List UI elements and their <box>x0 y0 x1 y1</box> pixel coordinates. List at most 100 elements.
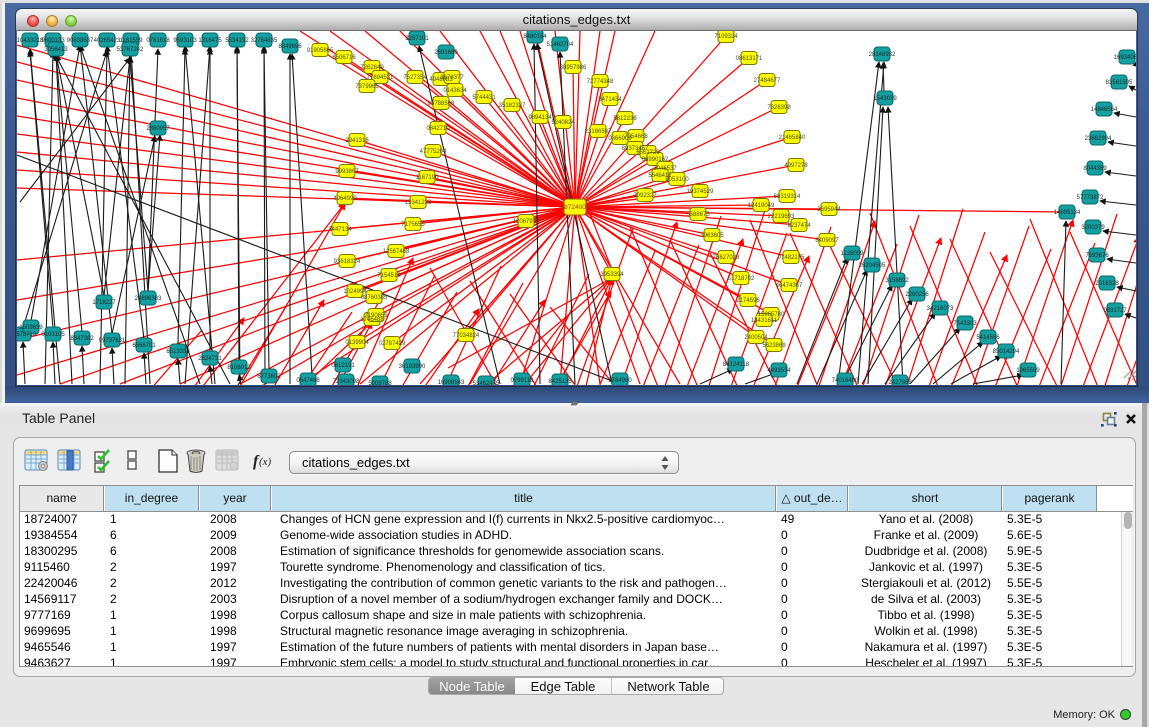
svg-text:9600133: 9600133 <box>41 38 65 44</box>
svg-text:3963605: 3963605 <box>700 233 724 239</box>
svg-text:27484677: 27484677 <box>754 78 781 84</box>
svg-text:9894134: 9894134 <box>528 115 552 121</box>
svg-text:46474367: 46474367 <box>776 283 803 289</box>
svg-text:5240824: 5240824 <box>551 120 575 126</box>
svg-text:16934060: 16934060 <box>1114 55 1136 61</box>
svg-text:9593103: 9593103 <box>173 38 197 44</box>
svg-text:53462475: 53462475 <box>473 381 500 385</box>
svg-text:0831727: 0831727 <box>1103 308 1127 314</box>
svg-text:1509839: 1509839 <box>19 325 43 331</box>
svg-text:8480184: 8480184 <box>523 34 547 40</box>
svg-text:14895134: 14895134 <box>1054 210 1081 216</box>
svg-text:1718227: 1718227 <box>92 300 116 306</box>
svg-text:7109324: 7109324 <box>714 34 738 40</box>
svg-text:2941318: 2941318 <box>345 138 369 144</box>
svg-text:93618324: 93618324 <box>334 259 361 265</box>
svg-text:3678377: 3678377 <box>440 75 464 81</box>
svg-text:2427868: 2427868 <box>888 380 912 385</box>
svg-text:22219693: 22219693 <box>768 214 795 220</box>
svg-text:2784980: 2784980 <box>608 378 632 384</box>
svg-text:90838637: 90838637 <box>67 38 94 44</box>
svg-text:23662994: 23662994 <box>1085 136 1112 142</box>
svg-text:6566701: 6566701 <box>132 343 156 349</box>
svg-text:5534192: 5534192 <box>225 38 249 44</box>
svg-text:7190659: 7190659 <box>364 313 388 319</box>
svg-text:3056413: 3056413 <box>44 47 68 53</box>
svg-text:76627028: 76627028 <box>713 255 740 261</box>
svg-text:6513338: 6513338 <box>166 349 190 355</box>
svg-text:2174596: 2174596 <box>736 298 760 304</box>
svg-text:7175655: 7175655 <box>401 222 425 228</box>
svg-text:3695944: 3695944 <box>817 207 841 213</box>
svg-text:4997278: 4997278 <box>784 163 808 169</box>
svg-text:88957986: 88957986 <box>560 65 587 71</box>
svg-text:0647468: 0647468 <box>296 378 320 384</box>
svg-text:24896383: 24896383 <box>135 296 162 302</box>
svg-text:1316475: 1316475 <box>198 38 222 44</box>
svg-text:32764835: 32764835 <box>251 38 278 44</box>
svg-text:14846564: 14846564 <box>1091 107 1118 113</box>
svg-text:4964990: 4964990 <box>333 196 357 202</box>
svg-text:28148932: 28148932 <box>869 52 896 58</box>
svg-text:12419049: 12419049 <box>748 203 775 209</box>
svg-text:6409097: 6409097 <box>815 238 839 244</box>
svg-text:2880957: 2880957 <box>146 126 170 132</box>
svg-text:08613171: 08613171 <box>736 56 763 62</box>
svg-text:2624731: 2624731 <box>198 356 222 362</box>
svg-text:51718702: 51718702 <box>728 276 755 282</box>
svg-text:84124118: 84124118 <box>723 362 750 368</box>
svg-text:(x): (x) <box>259 456 272 468</box>
svg-text:0799118: 0799118 <box>511 378 535 384</box>
svg-text:7054668: 7054668 <box>624 134 648 140</box>
svg-text:10433218: 10433218 <box>17 38 44 44</box>
svg-text:34216073: 34216073 <box>927 306 954 312</box>
svg-text:3953394: 3953394 <box>600 272 624 278</box>
svg-text:1161559: 1161559 <box>120 38 144 44</box>
svg-text:0842710: 0842710 <box>426 126 450 132</box>
svg-text:0143634: 0143634 <box>443 88 467 94</box>
svg-text:2260256: 2260256 <box>905 292 929 298</box>
svg-text:46578713: 46578713 <box>17 332 37 338</box>
svg-text:26204505: 26204505 <box>859 263 886 269</box>
svg-text:5812236: 5812236 <box>613 116 637 122</box>
svg-text:0103105: 0103105 <box>41 332 65 338</box>
svg-text:3092327: 3092327 <box>633 193 657 199</box>
svg-text:47775204: 47775204 <box>420 149 447 155</box>
svg-text:06990162: 06990162 <box>642 157 669 163</box>
svg-text:53767242: 53767242 <box>117 47 144 53</box>
svg-text:2400504: 2400504 <box>744 335 768 341</box>
svg-text:36193990: 36193990 <box>399 364 426 370</box>
svg-text:6562729: 6562729 <box>636 150 660 156</box>
svg-text:95788568: 95788568 <box>428 101 455 107</box>
svg-text:4493534: 4493534 <box>767 368 791 374</box>
svg-text:1965569: 1965569 <box>1016 368 1040 374</box>
svg-text:3200379: 3200379 <box>1081 225 1105 231</box>
svg-text:0139904: 0139904 <box>345 340 369 346</box>
svg-text:9237474: 9237474 <box>787 223 811 229</box>
svg-text:8347382: 8347382 <box>70 336 94 342</box>
svg-text:9993867: 9993867 <box>335 169 359 175</box>
svg-text:3471434: 3471434 <box>598 97 622 103</box>
svg-text:0812191: 0812191 <box>331 363 355 369</box>
svg-text:18724007: 18724007 <box>561 204 590 211</box>
svg-text:7154516: 7154516 <box>377 273 401 279</box>
svg-text:66319314: 66319314 <box>774 194 801 200</box>
svg-text:8108013: 8108013 <box>227 365 251 371</box>
svg-text:07482175: 07482175 <box>778 255 805 261</box>
svg-text:1543039: 1543039 <box>873 96 897 102</box>
svg-text:3287101: 3287101 <box>405 36 429 42</box>
svg-text:35182337: 35182337 <box>499 103 526 109</box>
svg-text:02787429: 02787429 <box>379 341 406 347</box>
svg-text:7543303: 7543303 <box>953 321 977 327</box>
svg-text:12567468: 12567468 <box>383 249 410 255</box>
svg-text:5623869: 5623869 <box>762 343 786 349</box>
svg-text:91905865: 91905865 <box>307 48 334 54</box>
svg-text:08760385: 08760385 <box>361 295 388 301</box>
svg-text:77694531: 77694531 <box>367 75 394 81</box>
svg-text:99737631: 99737631 <box>99 338 126 344</box>
svg-text:5009788: 5009788 <box>368 381 392 385</box>
svg-text:16998543: 16998543 <box>438 380 465 385</box>
svg-text:5744431: 5744431 <box>472 95 496 101</box>
svg-text:6773602: 6773602 <box>257 374 281 380</box>
svg-text:1128059: 1128059 <box>841 251 865 257</box>
